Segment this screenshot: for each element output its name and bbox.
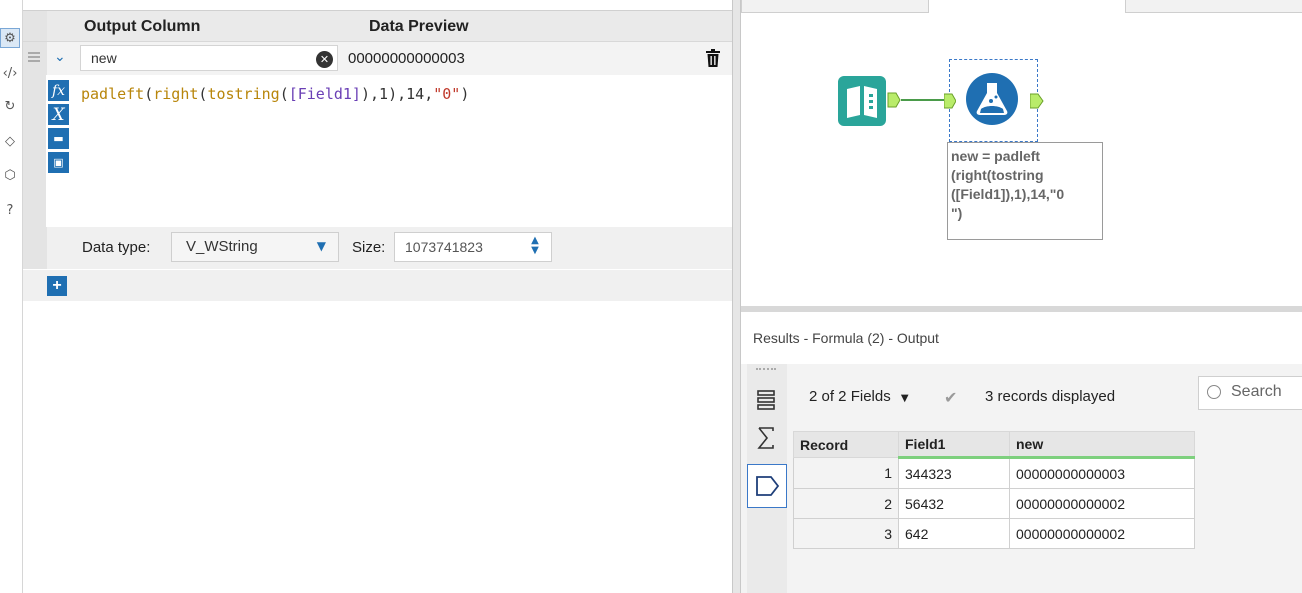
data-preview-header: Data Preview xyxy=(369,18,469,35)
list-view-icon[interactable] xyxy=(750,384,782,416)
expression-token: padleft xyxy=(81,85,145,103)
caret-down-icon[interactable]: ▼ xyxy=(317,239,326,253)
size-stepper-icon[interactable]: ▲ ▼ xyxy=(525,236,545,258)
datatype-gutter xyxy=(23,227,47,269)
expression-token: ( xyxy=(279,85,289,103)
expression-editor[interactable]: fx X ▬ ▣ padleft(right(tostring([Field1]… xyxy=(23,75,732,227)
clear-icon[interactable]: ✕ xyxy=(316,51,333,68)
output-column-header: Output Column xyxy=(84,18,201,35)
expression-tools: fx X ▬ ▣ xyxy=(46,75,71,227)
records-label: 3 records displayed xyxy=(985,388,1116,405)
save-icon[interactable]: ▣ xyxy=(48,152,69,173)
data-preview-value: 00000000000003 xyxy=(348,50,465,67)
open-icon[interactable]: ▬ xyxy=(48,128,69,149)
table-cell[interactable]: 00000000000002 xyxy=(1009,488,1195,519)
annotation-line: ([Field1]),1),14,"0 xyxy=(951,186,1065,202)
add-formula-row: + xyxy=(23,270,732,301)
size-input[interactable]: 1073741823 ▲ ▼ xyxy=(394,232,552,262)
variable-icon[interactable]: X xyxy=(48,104,69,125)
results-pane: Results - Formula (2) - Output 2 of 2 Fi… xyxy=(741,312,1302,593)
annotation-line: (right(tostring xyxy=(951,167,1044,183)
fx-icon[interactable]: fx xyxy=(48,80,69,101)
caret-down-icon: ▼ xyxy=(900,393,909,404)
trash-icon[interactable] xyxy=(705,49,721,67)
canvas-tab-stub[interactable] xyxy=(741,0,929,13)
annotation-line: ") xyxy=(951,205,963,221)
record-cell[interactable]: 3 xyxy=(793,518,899,549)
results-view-switcher xyxy=(747,364,787,593)
panel-divider[interactable] xyxy=(732,0,741,593)
input-anchor-icon[interactable] xyxy=(944,89,956,113)
formula-config-panel: Output Column Data Preview ⌄ new ✕ 00000… xyxy=(23,0,732,593)
table-cell[interactable]: 642 xyxy=(898,518,1010,549)
chevron-down-icon[interactable]: ⌄ xyxy=(54,49,66,65)
cube-icon[interactable]: ⬡ xyxy=(0,165,20,185)
drag-handle[interactable] xyxy=(23,42,47,75)
expression-token: [Field1] xyxy=(288,85,361,103)
expression-token: ( xyxy=(144,85,154,103)
table-row[interactable]: 2 56432 00000000000002 xyxy=(793,488,1195,519)
size-value: 1073741823 xyxy=(405,239,483,255)
expression-text[interactable]: padleft(right(tostring([Field1]),1),14,"… xyxy=(81,85,469,103)
refresh-icon[interactable]: ↻ xyxy=(0,96,20,116)
input-data-icon[interactable] xyxy=(838,76,902,128)
add-formula-button[interactable]: + xyxy=(47,276,67,296)
tool-annotation: new = padleft (right(tostring ([Field1])… xyxy=(947,142,1103,240)
table-cell[interactable]: 56432 xyxy=(898,488,1010,519)
expression-token: 1 xyxy=(379,85,389,103)
grip-icon[interactable] xyxy=(756,368,776,372)
output-column-input[interactable]: new xyxy=(80,45,338,71)
expression-gutter xyxy=(23,75,47,227)
expression-token: tostring xyxy=(207,85,280,103)
code-icon[interactable]: ‹/› xyxy=(0,63,20,83)
results-title: Results - Formula (2) - Output xyxy=(753,330,939,346)
tag-view-icon[interactable] xyxy=(747,464,787,508)
canvas-tab-stub[interactable] xyxy=(1125,0,1302,13)
expression-token: "0" xyxy=(433,85,461,103)
expression-token: ), xyxy=(388,85,407,103)
table-cell[interactable]: 344323 xyxy=(898,457,1010,489)
fields-label: 2 of 2 Fields xyxy=(809,388,891,405)
data-type-label: Data type: xyxy=(82,239,151,256)
header-gutter xyxy=(23,11,47,41)
table-header-row: Record Field1 new xyxy=(793,431,1195,459)
search-icon xyxy=(1207,385,1221,399)
data-type-value: V_WString xyxy=(186,238,258,255)
column-header-field1[interactable]: Field1 xyxy=(898,431,1010,459)
formula-icon[interactable] xyxy=(964,71,1020,127)
data-type-select[interactable]: V_WString ▼ xyxy=(171,232,339,262)
formula-tool-selection[interactable] xyxy=(944,59,1044,142)
record-cell[interactable]: 2 xyxy=(793,488,899,519)
expression-token: , xyxy=(424,85,434,103)
output-anchor-icon[interactable] xyxy=(1030,89,1044,113)
expression-token: ), xyxy=(360,85,380,103)
table-cell[interactable]: 00000000000002 xyxy=(1009,518,1195,549)
expression-token: right xyxy=(153,85,199,103)
column-header-new[interactable]: new xyxy=(1009,431,1195,459)
table-row[interactable]: 3 642 00000000000002 xyxy=(793,518,1195,549)
tag-icon[interactable]: ◇ xyxy=(0,131,20,151)
results-table: Record Field1 new 1 344323 0000000000000… xyxy=(793,431,1195,549)
column-header-record[interactable]: Record xyxy=(793,431,899,458)
gear-icon[interactable]: ⚙ xyxy=(0,28,20,48)
table-cell[interactable]: 00000000000003 xyxy=(1009,457,1195,489)
side-icon-strip: ⚙ ‹/› ↻ ◇ ⬡ ? xyxy=(0,0,23,593)
sigma-icon[interactable] xyxy=(750,422,782,454)
search-input[interactable]: Search xyxy=(1198,376,1302,410)
formula-row[interactable]: ⌄ new ✕ 00000000000003 xyxy=(23,41,732,76)
fields-selector[interactable]: 2 of 2 Fields ▼ xyxy=(809,388,909,405)
expression-token: ) xyxy=(460,85,470,103)
grid-header: Output Column Data Preview xyxy=(23,10,732,41)
table-row[interactable]: 1 344323 00000000000003 xyxy=(793,457,1195,489)
size-label: Size: xyxy=(352,239,386,256)
record-cell[interactable]: 1 xyxy=(793,457,899,489)
annotation-line: new = padleft xyxy=(951,148,1041,164)
workflow-canvas[interactable]: new = padleft (right(tostring ([Field1])… xyxy=(741,0,1302,306)
check-icon[interactable]: ✔ xyxy=(944,388,957,407)
expression-token: 14 xyxy=(406,85,425,103)
help-icon[interactable]: ? xyxy=(0,200,20,220)
data-type-row: Data type: V_WString ▼ Size: 1073741823 … xyxy=(23,227,732,269)
search-placeholder: Search xyxy=(1231,383,1282,400)
